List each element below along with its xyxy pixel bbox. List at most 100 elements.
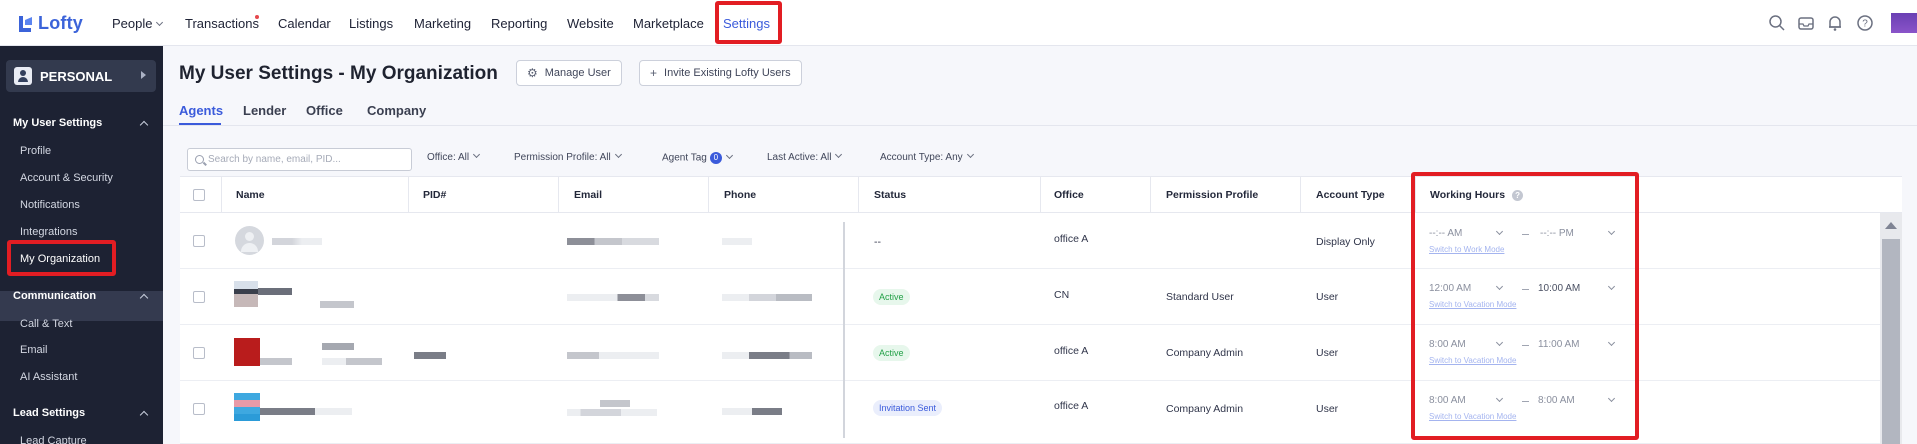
info-icon[interactable]: ?	[1512, 189, 1524, 201]
select-all-checkbox[interactable]	[193, 189, 205, 201]
tab-lender[interactable]: Lender	[243, 103, 286, 118]
manage-user-button[interactable]: ⚙ Manage User	[516, 60, 622, 86]
sidebar-item-my-organization[interactable]: My Organization	[20, 253, 100, 265]
tab-agents[interactable]: Agents	[179, 103, 223, 118]
nav-transactions[interactable]: Transactions	[185, 16, 259, 31]
switch-mode-link[interactable]: Switch to Vacation Mode	[1429, 356, 1516, 365]
lofty-logo-icon	[19, 15, 32, 32]
scrollbar-thumb[interactable]	[1882, 239, 1900, 444]
sidebar-item-profile[interactable]: Profile	[20, 145, 51, 157]
tab-office[interactable]: Office	[306, 103, 343, 118]
office-cell: office A	[1054, 400, 1089, 412]
help-icon[interactable]: ?	[1856, 14, 1874, 32]
agent-tag-filter[interactable]: Agent Tag 0	[662, 151, 733, 164]
sidebar-item-lead-capture[interactable]: Lead Capture	[20, 435, 87, 444]
end-time-select[interactable]: --:-- PM	[1540, 228, 1574, 239]
column-working-hours[interactable]: Working Hours?	[1430, 189, 1524, 201]
redacted-name	[320, 301, 354, 308]
lofty-logo[interactable]: Lofty	[18, 13, 83, 34]
vertical-scrollbar[interactable]	[1880, 213, 1902, 444]
start-time-select[interactable]: 8:00 AM	[1429, 339, 1466, 350]
inbox-icon[interactable]	[1797, 14, 1815, 32]
end-time-select[interactable]: 11:00 AM	[1538, 339, 1580, 350]
column-pid[interactable]: PID#	[423, 189, 446, 201]
manage-user-label: Manage User	[544, 67, 611, 79]
switch-mode-link[interactable]: Switch to Vacation Mode	[1429, 412, 1516, 421]
column-phone[interactable]: Phone	[724, 189, 756, 201]
inner-scroll-divider	[843, 222, 845, 438]
row-checkbox[interactable]	[193, 291, 205, 303]
row-checkbox[interactable]	[193, 347, 205, 359]
nav-people-label: People	[112, 16, 153, 31]
permission-profile-filter[interactable]: Permission Profile: All	[514, 150, 622, 163]
account-type-cell: Display Only	[1316, 236, 1375, 248]
end-time-select[interactable]: 8:00 AM	[1538, 395, 1575, 406]
last-active-filter-label: Last Active: All	[767, 152, 832, 163]
sidebar-item-notifications[interactable]: Notifications	[20, 199, 80, 211]
column-status[interactable]: Status	[874, 189, 906, 201]
column-email[interactable]: Email	[574, 189, 602, 201]
switch-mode-link[interactable]: Switch to Vacation Mode	[1429, 300, 1516, 309]
tab-company[interactable]: Company	[367, 103, 426, 118]
search-input[interactable]: Search by name, email, PID...	[187, 148, 412, 171]
column-permission-profile[interactable]: Permission Profile	[1166, 189, 1258, 201]
chevron-up-icon[interactable]	[139, 410, 149, 420]
start-time-select[interactable]: 12:00 AM	[1429, 283, 1471, 294]
page-title: My User Settings - My Organization	[179, 63, 498, 84]
sidebar-item-call-text[interactable]: Call & Text	[20, 318, 72, 330]
switch-mode-link[interactable]: Switch to Work Mode	[1429, 245, 1504, 254]
nav-people[interactable]: People	[112, 16, 164, 31]
user-avatar[interactable]	[1891, 13, 1917, 33]
chevron-down-icon	[156, 18, 164, 27]
redacted-email	[600, 400, 630, 407]
account-type-filter[interactable]: Account Type: Any	[880, 150, 974, 163]
account-type-cell: User	[1316, 291, 1339, 303]
column-office[interactable]: Office	[1054, 189, 1084, 201]
tabs-divider	[163, 125, 1917, 126]
last-active-filter[interactable]: Last Active: All	[767, 150, 843, 163]
column-divider	[1150, 176, 1151, 213]
redacted-name	[260, 408, 352, 415]
office-filter-label: Office: All	[427, 152, 470, 163]
redacted-pid	[414, 352, 446, 359]
row-checkbox[interactable]	[193, 235, 205, 247]
invite-users-button[interactable]: + Invite Existing Lofty Users	[639, 60, 802, 86]
nav-marketing[interactable]: Marketing	[414, 16, 471, 31]
office-filter[interactable]: Office: All	[427, 150, 481, 163]
nav-listings[interactable]: Listings	[349, 16, 393, 31]
bell-icon[interactable]	[1826, 14, 1844, 32]
redacted-email	[567, 294, 659, 301]
app-name: Lofty	[38, 13, 83, 33]
start-time-select[interactable]: --:-- AM	[1429, 228, 1462, 239]
table-row[interactable]	[180, 269, 1882, 325]
nav-calendar[interactable]: Calendar	[278, 16, 331, 31]
nav-marketplace[interactable]: Marketplace	[633, 16, 704, 31]
gear-icon: ⚙	[527, 66, 538, 80]
scroll-up-arrow-icon[interactable]	[1885, 222, 1897, 229]
table-row[interactable]	[180, 213, 1882, 269]
sidebar-item-email[interactable]: Email	[20, 344, 48, 356]
sidebar-item-integrations[interactable]: Integrations	[20, 226, 77, 238]
column-divider	[1300, 176, 1301, 213]
nav-reporting[interactable]: Reporting	[491, 16, 547, 31]
section-my-user-settings[interactable]: My User Settings	[13, 117, 102, 129]
row-checkbox[interactable]	[193, 403, 205, 415]
nav-settings[interactable]: Settings	[723, 16, 770, 31]
status-badge: Invitation Sent	[873, 400, 943, 416]
section-communication[interactable]: Communication	[13, 290, 96, 302]
workspace-switcher[interactable]: PERSONAL	[6, 60, 156, 92]
top-navigation: Lofty People Transactions Calendar Listi…	[0, 0, 1917, 46]
column-account-type[interactable]: Account Type	[1316, 189, 1385, 201]
start-time-select[interactable]: 8:00 AM	[1429, 395, 1466, 406]
column-divider	[1040, 176, 1041, 213]
column-name[interactable]: Name	[236, 189, 265, 201]
search-icon	[195, 155, 204, 164]
nav-website[interactable]: Website	[567, 16, 614, 31]
section-lead-settings[interactable]: Lead Settings	[13, 407, 85, 419]
sidebar-item-ai-assistant[interactable]: AI Assistant	[20, 371, 77, 383]
end-time-select[interactable]: 10:00 AM	[1538, 283, 1580, 294]
search-icon[interactable]	[1768, 14, 1786, 32]
chevron-up-icon[interactable]	[139, 120, 149, 130]
sidebar-item-account-security[interactable]: Account & Security	[20, 172, 113, 184]
table-row[interactable]	[180, 381, 1882, 444]
